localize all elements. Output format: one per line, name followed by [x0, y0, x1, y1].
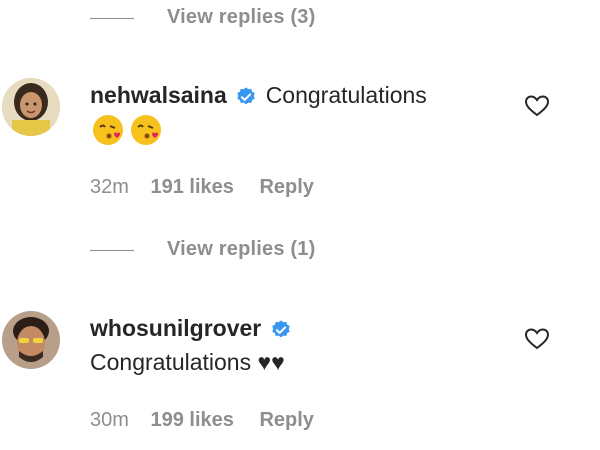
verified-badge-icon — [237, 87, 255, 105]
reply-button[interactable]: Reply — [259, 176, 313, 198]
timestamp: 30m — [90, 409, 129, 431]
avatar-photo — [2, 78, 60, 136]
replies-divider — [90, 18, 134, 19]
avatar-photo — [2, 311, 60, 369]
comment-item: whosunilgrover Congratulations ♥♥ 30m 19… — [0, 305, 600, 445]
comment-header: whosunilgrover — [90, 315, 296, 345]
avatar[interactable] — [2, 311, 60, 369]
view-replies-button[interactable]: View replies (3) — [167, 6, 315, 29]
likes-count[interactable]: 199 likes — [150, 409, 233, 431]
like-heart-icon[interactable] — [524, 327, 550, 351]
replies-divider — [90, 250, 134, 251]
username[interactable]: whosunilgrover — [90, 315, 261, 341]
username[interactable]: nehwalsaina — [90, 82, 227, 108]
view-replies-row[interactable]: View replies (1) — [90, 238, 350, 264]
comments-screen: { "comments": [ { "username": "nehwalsai… — [0, 0, 600, 450]
comment-text: Congratulations — [265, 82, 427, 108]
likes-count[interactable]: 191 likes — [150, 176, 233, 198]
emoji-row — [92, 114, 162, 151]
comment-text: Congratulations ♥♥ — [90, 349, 285, 375]
comment-line: nehwalsaina Congratulations — [90, 82, 427, 112]
like-heart-icon[interactable] — [524, 94, 550, 118]
comment-meta: 30m 199 likes Reply — [90, 409, 314, 432]
view-replies-row[interactable]: View replies (3) — [90, 6, 350, 32]
view-replies-button[interactable]: View replies (1) — [167, 238, 315, 261]
verified-badge-icon — [271, 320, 290, 338]
comment-meta: 32m 191 likes Reply — [90, 176, 314, 199]
reply-button[interactable]: Reply — [259, 409, 313, 431]
kissing-heart-emoji-icon — [93, 115, 123, 145]
avatar[interactable] — [2, 78, 60, 136]
timestamp: 32m — [90, 176, 129, 198]
comment-item: nehwalsaina Congratulations 32m 191 like… — [0, 72, 600, 212]
kissing-heart-emoji-icon — [131, 115, 162, 145]
